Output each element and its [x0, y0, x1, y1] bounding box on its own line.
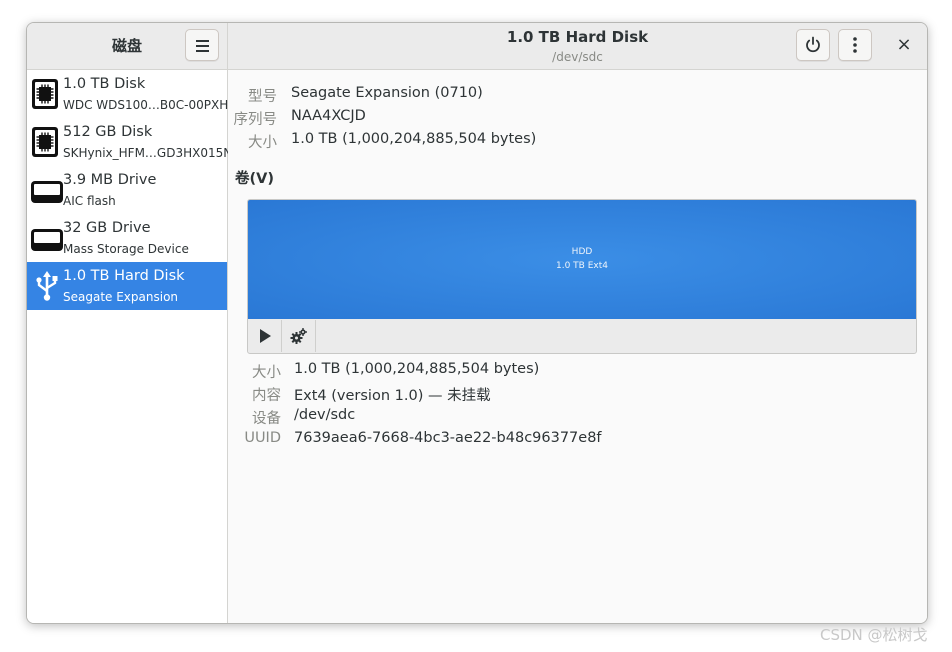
partition-settings-button[interactable] — [282, 320, 316, 352]
size-label: 大小 — [248, 135, 277, 151]
drive-options-button[interactable] — [838, 29, 872, 61]
sidebar-item-hard-disk[interactable]: 1.0 TB Hard Disk Seagate Expansion — [27, 262, 227, 310]
partition-contents-row: 内容 Ext4 (version 1.0) — 未挂载 — [228, 384, 927, 404]
ssd-chip-icon — [32, 127, 58, 157]
disks-window: 磁盘 1.0 TB Hard Disk /dev/sdc × 1.0 TB Di… — [26, 22, 928, 624]
removable-drive-icon — [31, 181, 63, 203]
partition-device-label: 设备 — [252, 411, 281, 427]
model-row: 型号 Seagate Expansion (0710) — [228, 85, 927, 105]
partition-size: 1.0 TB Ext4 — [556, 261, 608, 271]
device-name: 1.0 TB Hard Disk — [63, 268, 185, 284]
partition-type: HDD — [571, 247, 593, 257]
play-icon — [260, 329, 271, 343]
sidebar-item-ssd-1tb[interactable]: 1.0 TB Disk WDC WDS100…B0C-00PXH0 — [27, 70, 236, 118]
sidebar-item-ssd-512gb[interactable]: 512 GB Disk SKHynix_HFM…GD3HX015N — [27, 118, 232, 166]
close-icon: × — [896, 34, 912, 55]
close-button[interactable]: × — [888, 29, 920, 61]
device-sidebar: 1.0 TB Disk WDC WDS100…B0C-00PXH0 512 GB… — [27, 70, 236, 623]
model-value: Seagate Expansion (0710) — [291, 85, 483, 101]
watermark: CSDN @松树戈 — [820, 626, 928, 644]
model-label: 型号 — [248, 89, 277, 105]
partition-size-label: 大小 — [252, 365, 281, 381]
vertical-ellipsis-icon — [853, 37, 857, 53]
partition-block[interactable]: HDD 1.0 TB Ext4 — [248, 200, 916, 319]
sidebar-item-drive-32gb[interactable]: 32 GB Drive Mass Storage Device — [27, 214, 227, 262]
removable-drive-icon — [31, 229, 63, 251]
serial-row: 序列号 NAA4XCJD — [228, 108, 927, 128]
partition-contents-value: Ext4 (version 1.0) — 未挂载 — [294, 388, 491, 404]
device-name: 512 GB Disk — [63, 124, 153, 140]
power-icon — [806, 36, 820, 53]
partition-size-row: 大小 1.0 TB (1,000,204,885,504 bytes) — [228, 361, 927, 381]
header-bar: 磁盘 1.0 TB Hard Disk /dev/sdc × — [27, 23, 927, 70]
ssd-chip-icon — [32, 79, 58, 109]
device-name: 1.0 TB Disk — [63, 76, 146, 92]
device-model: Mass Storage Device — [63, 242, 189, 256]
partition-contents-label: 内容 — [252, 388, 281, 404]
device-model: AIC flash — [63, 194, 116, 208]
serial-label: 序列号 — [233, 112, 278, 128]
sidebar-header: 磁盘 — [27, 23, 228, 69]
usb-icon — [36, 271, 58, 301]
partition-size-value: 1.0 TB (1,000,204,885,504 bytes) — [294, 361, 540, 377]
volumes-heading: 卷(V) — [235, 171, 274, 187]
device-model: Seagate Expansion — [63, 290, 179, 304]
partition-device-row: 设备 /dev/sdc — [228, 407, 927, 427]
device-name: 3.9 MB Drive — [63, 172, 157, 188]
volume-map: HDD 1.0 TB Ext4 — [247, 199, 917, 354]
disk-details: 型号 Seagate Expansion (0710) 序列号 NAA4XCJD… — [228, 70, 927, 623]
mount-button[interactable] — [248, 320, 282, 352]
size-value: 1.0 TB (1,000,204,885,504 bytes) — [291, 131, 537, 147]
partition-uuid-row: UUID 7639aea6-7668-4bc3-ae22-b48c96377e8… — [228, 430, 927, 450]
partition-device-value: /dev/sdc — [294, 407, 356, 423]
device-model: SKHynix_HFM…GD3HX015N — [63, 146, 233, 160]
size-row: 大小 1.0 TB (1,000,204,885,504 bytes) — [228, 131, 927, 151]
partition-uuid-value: 7639aea6-7668-4bc3-ae22-b48c96377e8f — [294, 430, 602, 446]
sidebar-item-drive-3mb[interactable]: 3.9 MB Drive AIC flash — [27, 166, 227, 214]
gears-icon — [290, 328, 307, 344]
power-off-button[interactable] — [796, 29, 830, 61]
main-menu-button[interactable] — [185, 29, 219, 61]
device-model: WDC WDS100…B0C-00PXH0 — [63, 98, 236, 112]
serial-value: NAA4XCJD — [291, 108, 366, 124]
device-name: 32 GB Drive — [63, 220, 151, 236]
partition-uuid-label: UUID — [244, 430, 281, 446]
hamburger-icon — [196, 40, 209, 52]
